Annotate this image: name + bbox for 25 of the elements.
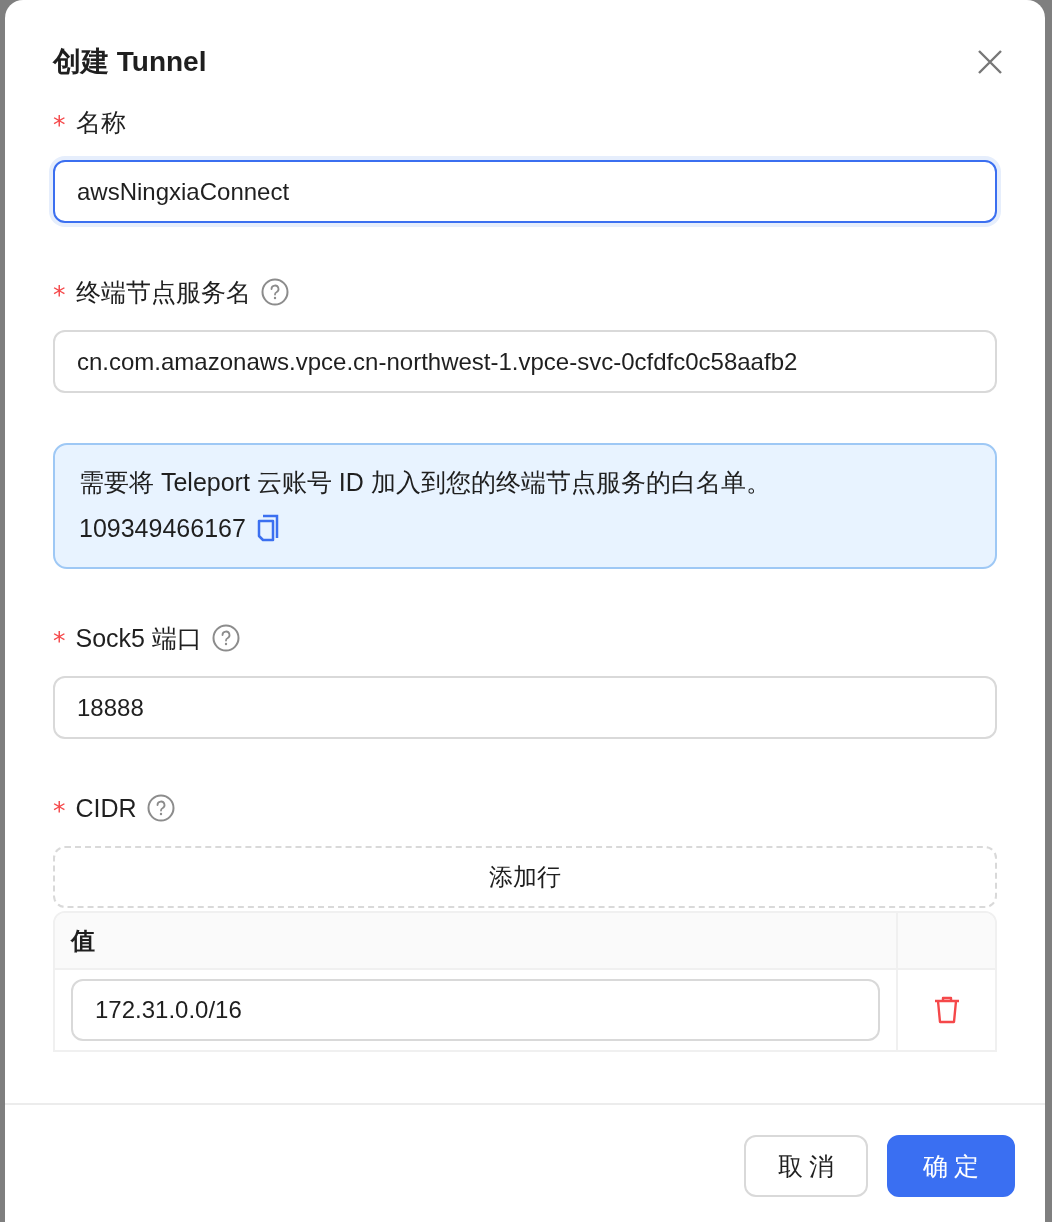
text-field[interactable]: cn.com.amazonaws.vpce.cn-northwest-1.vpce-svc-0cfdfc0c58aafb2	[53, 330, 997, 393]
field-label: Sock5 端口	[75, 622, 202, 654]
delete-icon[interactable]	[932, 995, 961, 1025]
field-label: 终端节点服务名	[75, 276, 251, 308]
text-field[interactable]: awsNingxiaConnect	[53, 160, 997, 223]
confirm-button[interactable]: 确 定	[887, 1135, 1015, 1197]
required-mark: *	[53, 109, 66, 139]
alert-message: 需要将 Teleport 云账号 ID 加入到您的终端节点服务的白名单。	[79, 467, 772, 498]
copy-icon[interactable]	[255, 513, 280, 543]
text-field[interactable]: 18888	[53, 676, 997, 739]
dialog-title: 创建 Tunnel	[53, 45, 207, 79]
account-id: 109349466167	[79, 513, 246, 544]
close-icon[interactable]	[977, 49, 1003, 75]
required-mark: *	[53, 279, 66, 309]
required-mark: *	[53, 625, 66, 655]
help-icon[interactable]	[146, 794, 175, 822]
help-icon[interactable]	[211, 624, 240, 652]
required-mark: *	[53, 795, 66, 825]
field-label: CIDR	[75, 793, 137, 823]
text-field[interactable]: 172.31.0.0/16	[71, 979, 880, 1041]
column-header: 值	[55, 913, 898, 968]
help-icon[interactable]	[260, 278, 289, 306]
field-label: 名称	[75, 106, 126, 138]
cancel-button[interactable]: 取 消	[744, 1135, 868, 1197]
add-row-button[interactable]: 添加行	[53, 846, 997, 908]
